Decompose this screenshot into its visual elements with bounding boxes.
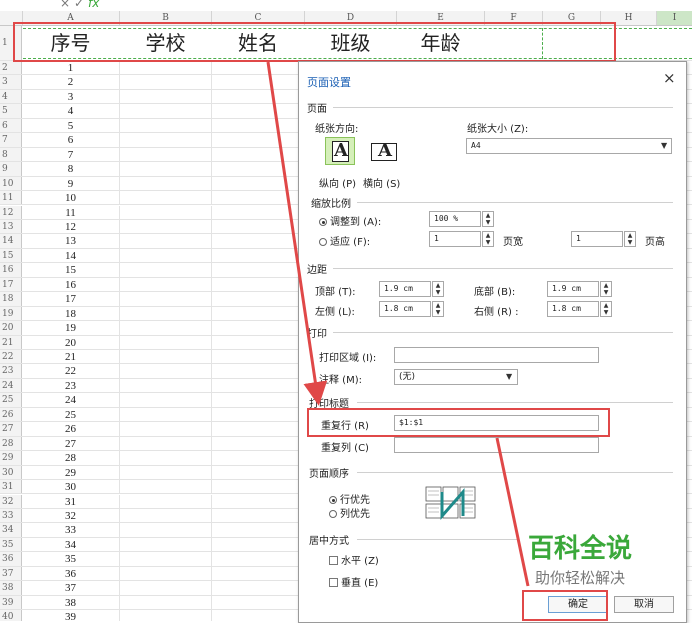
watermark-subtitle: 助你轻松解决 [534,569,625,587]
watermark-title: 百科全说 [527,534,632,564]
arrow-to-repeat-rows [266,61,328,406]
